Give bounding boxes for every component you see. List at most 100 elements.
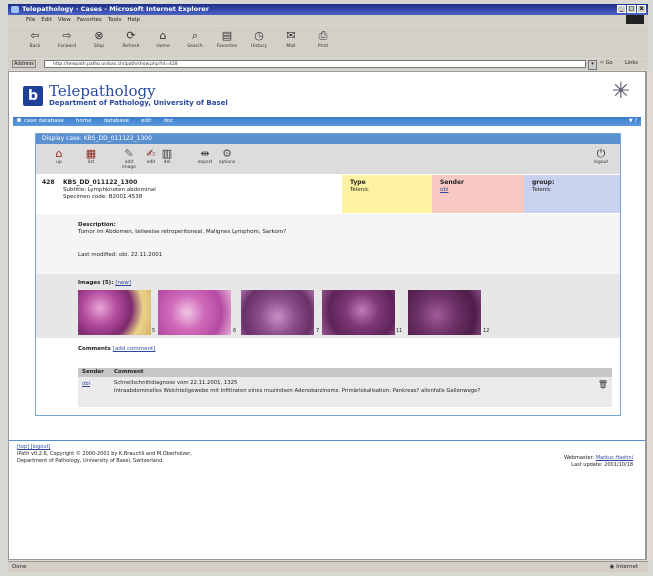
refresh-icon: ⟳ — [126, 29, 136, 42]
description-text: Tumor im Abdomen, teilweise retroperiton… — [78, 229, 287, 235]
delete-button[interactable]: ▥ del — [158, 148, 176, 166]
image-thumbnail[interactable] — [158, 290, 231, 335]
add-image-button[interactable]: ✎ add image — [120, 148, 138, 171]
comment-sender-link[interactable]: obi — [82, 381, 90, 387]
comment-line-1: Schnellschnittdiagnose vom 22.11.2001, 1… — [114, 380, 238, 386]
favorites-button[interactable]: ▤ Favorites — [214, 26, 240, 58]
case-number: 428 — [42, 179, 55, 186]
footer-right: Webmaster: Markus Haehni Last update: 20… — [564, 455, 633, 469]
last-update: Last update: 2001/10/18 — [571, 462, 633, 468]
print-button[interactable]: ⎙ Print — [310, 26, 336, 58]
search-icon: ⌕ — [191, 29, 199, 42]
menu-tools[interactable]: Tools — [108, 15, 122, 25]
menu-help[interactable]: Help — [127, 15, 140, 25]
home-icon: ⌂ — [159, 29, 167, 42]
footer-links[interactable]: [top] [logout] — [17, 444, 192, 451]
site-nav-bar: case database home database edit doc ▼ ? — [13, 117, 641, 126]
image-number: 12 — [483, 328, 490, 334]
footer-divider — [9, 440, 645, 441]
webmaster-link[interactable]: Markus Haehni — [596, 455, 633, 461]
image-thumbnail[interactable] — [408, 290, 481, 335]
case-info-row: 428 KBS_DD_011122_1300 Subtitle: Lymphkn… — [36, 175, 620, 213]
site-title: Telepathology — [49, 82, 156, 100]
menu-view[interactable]: View — [58, 15, 71, 25]
refresh-button[interactable]: ⟳ Refresh — [118, 26, 144, 58]
go-button[interactable]: ⇨ Go — [600, 60, 613, 66]
image-thumbnail[interactable] — [322, 290, 395, 335]
sender-label: Sender — [440, 179, 464, 186]
close-button[interactable]: x — [637, 5, 646, 13]
options-button[interactable]: ⚙ options — [218, 148, 236, 166]
home-up-icon: ⌂ — [55, 147, 63, 160]
type-value: Telenic — [350, 187, 369, 193]
stop-icon: ⊗ — [94, 29, 104, 42]
back-arrow-icon: ⇦ — [30, 29, 40, 42]
nav-doc[interactable]: doc — [164, 117, 174, 126]
image-number: 7 — [316, 328, 320, 334]
home-button[interactable]: ⌂ Home — [150, 26, 176, 58]
list-icon: ▦ — [85, 147, 97, 160]
status-text: Done — [12, 564, 27, 570]
favorites-icon: ▤ — [221, 29, 233, 42]
stop-button[interactable]: ⊗ Stop — [86, 26, 112, 58]
list-button[interactable]: ▦ list — [82, 147, 100, 166]
mail-button[interactable]: ✉ Mail — [278, 26, 304, 58]
comments-label: Comments [add comment] — [78, 346, 156, 352]
window-title: Telepathology - Cases - Microsoft Intern… — [22, 5, 209, 13]
menu-favorites[interactable]: Favorites — [77, 15, 102, 25]
power-icon: ⏻ — [596, 147, 606, 160]
image-thumbnail[interactable] — [78, 290, 151, 335]
export-icon: ⇹ — [200, 147, 210, 160]
status-zone: ◉ Internet — [609, 564, 638, 570]
address-input[interactable]: http://telepath.patho.unibas.ch/ipath/sh… — [44, 60, 586, 68]
site-subtitle: Department of Pathology, University of B… — [49, 99, 228, 107]
image-number: 11 — [396, 328, 403, 334]
menu-edit[interactable]: Edit — [41, 15, 52, 25]
group-box: group: Telenic — [524, 175, 620, 213]
case-subtitle: Subtitle: Lymphknoten abdominal — [63, 187, 156, 193]
forward-button[interactable]: ⇨ Forward — [54, 26, 80, 58]
nav-database[interactable]: database — [104, 117, 130, 126]
telepathology-logo-icon: b — [23, 86, 43, 106]
sender-link[interactable]: obi — [440, 187, 448, 193]
export-button[interactable]: ⇹ export — [196, 147, 214, 166]
links-button[interactable]: Links — [625, 60, 638, 66]
web-page: b Telepathology Department of Pathology,… — [8, 71, 646, 560]
up-button[interactable]: ⌂ up — [50, 147, 68, 166]
maximize-button[interactable]: □ — [627, 5, 636, 13]
logout-button[interactable]: ⏻ logout — [592, 147, 610, 166]
column-sender: Sender — [82, 369, 104, 375]
type-label: Type — [350, 179, 366, 186]
nav-home[interactable]: home — [76, 117, 92, 126]
comments-header: Sender Comment — [78, 368, 612, 377]
search-button[interactable]: ⌕ Search — [182, 26, 208, 58]
address-label: Address — [12, 60, 36, 68]
bullet-icon — [17, 118, 21, 122]
mail-icon: ✉ — [286, 29, 296, 42]
page-scrollbar[interactable] — [646, 71, 652, 560]
type-box: Type Telenic — [342, 175, 432, 213]
image-number: 5 — [152, 328, 156, 334]
menu-file[interactable]: File — [26, 15, 35, 25]
footer-left: [top] [logout] iPath v0.2.6, Copyright ©… — [17, 444, 192, 465]
nav-help[interactable]: ▼ ? — [629, 117, 637, 126]
last-modified: Last modified: obi, 22.11.2001 — [78, 252, 163, 258]
browser-toolbar: ⇦ Back ⇨ Forward ⊗ Stop ⟳ Refresh ⌂ Home ⌕ Sea… — [8, 26, 648, 58]
group-label: group: — [532, 179, 555, 186]
nav-case-database[interactable]: case database — [17, 117, 64, 126]
group-value: Telenic — [532, 187, 551, 193]
nav-edit[interactable]: edit — [141, 117, 152, 126]
new-image-link[interactable]: [new] — [115, 280, 131, 286]
display-case-panel: Display case: KBS_DD_011122_1300 ⌂ up ▦ li… — [35, 133, 621, 416]
case-header: Display case: KBS_DD_011122_1300 — [36, 134, 620, 144]
add-comment-link[interactable]: [add comment] — [113, 346, 156, 352]
back-button[interactable]: ⇦ Back — [22, 26, 48, 58]
image-thumbnail[interactable] — [241, 290, 314, 335]
description-section: Description: Tumor im Abdomen, teilweise… — [36, 214, 620, 274]
history-button[interactable]: ◷ History — [246, 26, 272, 58]
print-icon: ⎙ — [318, 29, 328, 42]
comment-row: obi Schnellschnittdiagnose vom 22.11.200… — [78, 377, 612, 407]
minimize-button[interactable]: _ — [617, 5, 626, 13]
trash-icon[interactable]: 🗑 — [598, 380, 608, 389]
address-dropdown-icon[interactable]: ▾ — [588, 60, 597, 70]
